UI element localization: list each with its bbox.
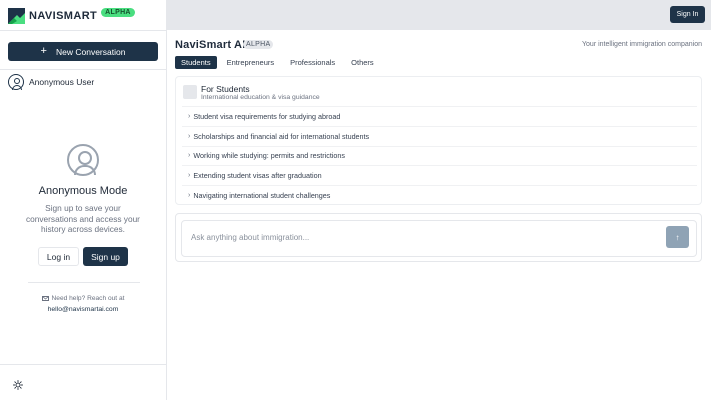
help-label: Need help? Reach out at: [51, 295, 125, 302]
chevron-right-icon: ›: [188, 152, 191, 160]
chevron-right-icon: ›: [188, 172, 191, 180]
arrow-up-icon: ↑: [675, 232, 680, 242]
brand[interactable]: NAVISMART ALPHA: [8, 7, 135, 25]
suggestion-label: Student visa requirements for studying a…: [193, 111, 341, 121]
brand-name: NAVISMART: [29, 10, 98, 22]
login-button[interactable]: Log in: [38, 247, 79, 266]
suggestion-item[interactable]: › Working while studying: permits and res…: [182, 145, 697, 166]
help-text: Need help? Reach out at: [0, 295, 166, 302]
new-conversation-button[interactable]: + New Conversation: [8, 42, 158, 61]
tab-students[interactable]: Students: [175, 56, 217, 69]
user-circle-icon: [8, 74, 24, 90]
sidebar: NAVISMART ALPHA + New Conversation Anony…: [0, 0, 167, 400]
suggestion-label: Navigating international student challen…: [193, 191, 331, 201]
tab-professionals[interactable]: Professionals: [284, 56, 341, 69]
category-tabs: Students Entrepreneurs Professionals Oth…: [175, 56, 384, 69]
suggestion-label: Working while studying: permits and rest…: [193, 151, 346, 161]
anonymous-user-icon: [67, 144, 99, 176]
new-conversation-label: New Conversation: [55, 46, 126, 57]
divider: [0, 364, 166, 365]
divider: [0, 30, 166, 31]
suggestion-item[interactable]: › Extending student visas after graduatio…: [182, 165, 697, 185]
tab-entrepreneurs[interactable]: Entrepreneurs: [221, 56, 281, 69]
composer-box: ↑: [181, 220, 697, 257]
user-name: Anonymous User: [29, 77, 95, 87]
message-input[interactable]: [191, 233, 661, 242]
navismart-logo-icon: [8, 8, 25, 24]
suggestion-label: Scholarships and financial aid for inter…: [193, 131, 370, 141]
card-title: For Students: [201, 84, 250, 94]
chevron-right-icon: ›: [188, 112, 191, 120]
card-subtitle: International education & visa guidance: [201, 94, 320, 101]
page-title: NaviSmart AI: [175, 39, 246, 51]
user-profile[interactable]: Anonymous User: [8, 74, 94, 90]
alpha-badge: ALPHA: [243, 40, 274, 49]
anonymous-mode-title: Anonymous Mode: [38, 185, 128, 197]
sign-in-button[interactable]: Sign In: [670, 6, 705, 23]
category-icon: [183, 85, 197, 99]
send-button[interactable]: ↑: [666, 226, 689, 248]
anonymous-mode-description: Sign up to save your conversations and a…: [26, 203, 140, 234]
suggestion-list: › Student visa requirements for studying …: [182, 106, 697, 205]
suggestion-label: Extending student visas after graduation: [193, 171, 322, 181]
tab-others[interactable]: Others: [345, 56, 380, 69]
suggestion-item[interactable]: › Scholarships and financial aid for inte…: [182, 125, 697, 146]
tagline: Your intelligent immigration companion: [582, 41, 702, 48]
plus-icon: +: [40, 45, 47, 57]
suggestion-item[interactable]: › Navigating international student challe…: [182, 185, 697, 205]
help-email-link[interactable]: hello@navismartai.com: [0, 306, 166, 313]
suggestion-item[interactable]: › Student visa requirements for studying …: [182, 106, 697, 126]
chevron-right-icon: ›: [188, 192, 191, 200]
chevron-right-icon: ›: [188, 132, 191, 140]
mail-icon: [41, 296, 49, 301]
divider: [28, 282, 140, 283]
top-bar: Sign In: [167, 0, 711, 30]
divider: [0, 69, 166, 70]
signup-button[interactable]: Sign up: [83, 247, 128, 266]
sun-icon[interactable]: [13, 377, 23, 390]
alpha-badge: ALPHA: [101, 7, 135, 17]
message-composer: ↑: [175, 213, 702, 262]
suggestion-card: For Students International education & v…: [175, 76, 702, 205]
